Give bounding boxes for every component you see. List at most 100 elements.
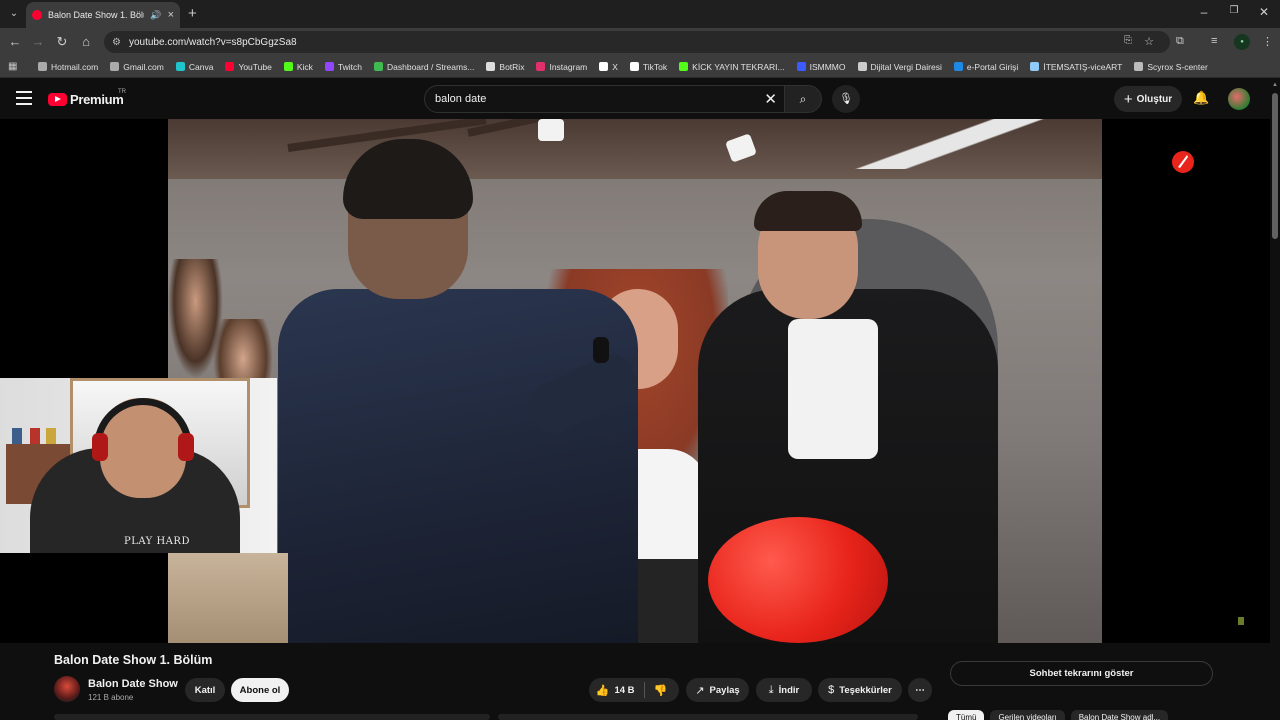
bookmark-item[interactable]: Scyrox S-center [1134, 62, 1208, 72]
video-info-section: Balon Date Show 1. Bölüm Balon Date Show… [0, 643, 1270, 720]
install-app-icon[interactable]: ⎘ [1124, 35, 1132, 46]
dislike-icon[interactable]: 👎 [654, 684, 668, 697]
bookmark-label: Kick [296, 61, 313, 72]
channel-watermark-icon[interactable] [1170, 149, 1196, 175]
extensions-icon[interactable]: ⧉ [1176, 35, 1184, 48]
chip-all[interactable]: Tümü [948, 710, 985, 720]
youtube-premium-logo[interactable]: Premium [48, 92, 124, 107]
subscribe-label: Abone ol [239, 684, 281, 696]
site-info-icon[interactable]: ⚙ [112, 37, 121, 48]
browser-toolbar: ← → ↻ ⌂ ⚙ youtube.com/watch?v=s8pCbGgzSa… [0, 28, 1280, 56]
voice-search-button[interactable]: 🎙 [832, 85, 860, 113]
window-close-icon[interactable]: ✕ [1254, 5, 1274, 19]
reload-icon[interactable]: ↻ [53, 34, 71, 50]
apps-grid-icon[interactable]: ▦ [8, 61, 20, 72]
chip-related[interactable]: Gerilen videoları [990, 710, 1065, 720]
scroll-up-icon[interactable]: ▲ [1272, 82, 1278, 88]
notifications-bell-icon[interactable]: 🔔 [1193, 90, 1209, 106]
guide-menu-icon[interactable] [16, 91, 32, 105]
back-icon[interactable]: ← [6, 34, 24, 49]
chip-channel[interactable]: Balon Date Show adl... [1070, 710, 1169, 720]
bookmark-item[interactable]: Hotmail.com [38, 62, 98, 72]
download-label: İndir [778, 684, 800, 696]
new-tab-icon[interactable]: + [188, 5, 197, 22]
search-icon: ⌕ [799, 92, 807, 106]
thanks-button[interactable]: $ Teşekkürler [818, 678, 902, 702]
more-actions-button[interactable]: ⋯ [908, 678, 932, 702]
thanks-icon: $ [828, 684, 835, 696]
bookmark-item[interactable]: Instagram [536, 62, 587, 72]
bookmark-star-icon[interactable]: ☆ [1144, 35, 1154, 48]
share-icon: ↗ [695, 684, 705, 697]
search-button[interactable]: ⌕ [784, 85, 822, 113]
bookmark-item[interactable]: Dashboard / Streams... [374, 62, 474, 72]
bookmark-item[interactable]: ISMMMO [796, 61, 846, 72]
bookmark-label: Dashboard / Streams... [387, 61, 475, 72]
bookmark-item[interactable]: X [599, 62, 618, 72]
bookmark-label: YouTube [238, 61, 272, 72]
browser-profile-icon[interactable]: ● [1234, 34, 1250, 50]
subscribe-button[interactable]: Abone ol [231, 678, 289, 702]
join-button[interactable]: Katıl [185, 678, 225, 702]
thanks-label: Teşekkürler [839, 684, 892, 696]
youtube-masthead: Premium TR balon date ✕ ⌕ 🎙 + Oluştur 🔔 [0, 79, 1280, 119]
download-button[interactable]: ⤓ İndir [756, 678, 812, 702]
tab-close-icon[interactable]: × [168, 9, 174, 21]
webcam-shelf-item [30, 428, 40, 444]
scrollbar-thumb[interactable] [1272, 93, 1278, 239]
browser-menu-icon[interactable]: ⋮ [1262, 35, 1273, 48]
share-button[interactable]: ↗ Paylaş [686, 678, 749, 702]
scene-lamp [538, 119, 564, 141]
media-control-icon[interactable]: ≡ [1211, 35, 1217, 47]
video-frame[interactable] [168, 119, 1102, 643]
bookmark-favicon-icon [857, 62, 867, 71]
forward-icon[interactable]: → [29, 34, 47, 49]
channel-avatar[interactable] [54, 676, 80, 702]
bookmark-label: e-Portal Girişi [966, 61, 1019, 72]
bookmark-item[interactable]: KİCK YAYIN TEKRARI... [679, 62, 785, 72]
minimize-icon[interactable]: – [1194, 5, 1214, 19]
create-label: Oluştur [1136, 93, 1173, 105]
channel-name[interactable]: Balon Date Show [88, 678, 178, 690]
restore-icon[interactable]: ❐ [1224, 5, 1244, 16]
bookmark-favicon-icon [110, 62, 120, 71]
scene-foreground-person [168, 553, 288, 643]
bookmark-item[interactable]: YouTube [225, 61, 272, 72]
bookmark-item[interactable]: Twitch [324, 61, 362, 72]
bookmark-item[interactable]: Gmail.com [110, 62, 164, 72]
browser-tab-active[interactable]: Balon Date Show 1. Bölüm 🔊 × [26, 2, 180, 28]
bookmark-item[interactable]: TikTok [629, 62, 667, 72]
tab-search-icon[interactable]: ⌄ [6, 6, 22, 22]
webcam-shelf-item [12, 428, 22, 444]
create-button[interactable]: + Oluştur [1114, 86, 1182, 112]
plus-icon: + [1123, 90, 1133, 108]
bookmark-item[interactable]: Canva [175, 62, 213, 72]
home-icon[interactable]: ⌂ [77, 34, 95, 49]
bookmark-item[interactable]: Dijital Vergi Dairesi [857, 62, 942, 72]
streamer-webcam-overlay: PLAY HARD [0, 378, 277, 553]
bookmark-label: Twitch [337, 61, 362, 72]
tab-title: Balon Date Show 1. Bölüm [48, 10, 144, 20]
bookmark-label: ISMMMO [809, 61, 846, 72]
bookmark-item[interactable]: BotRix [486, 62, 524, 72]
bookmark-label: X [612, 61, 618, 72]
show-chat-replay-button[interactable]: Sohbet tekrarını göster [950, 661, 1213, 686]
country-code: TR [118, 89, 126, 95]
like-dislike-group: 👍 14 B 👎 [589, 678, 679, 702]
bookmark-item[interactable]: e-Portal Girişi [953, 61, 1019, 72]
page-scrollbar[interactable]: ▲ [1270, 79, 1280, 720]
chat-replay-label: Sohbet tekrarını göster [1029, 668, 1134, 679]
bookmark-favicon-icon [536, 62, 546, 71]
bookmark-favicon-icon [486, 62, 496, 71]
search-input[interactable]: balon date ✕ [424, 85, 786, 113]
tab-audio-icon[interactable]: 🔊 [150, 10, 161, 21]
bookmark-item[interactable]: İTEMSATIŞ-viceART [1030, 62, 1122, 72]
address-bar[interactable]: ⚙ youtube.com/watch?v=s8pCbGgzSa8 ⎘ ☆ [104, 31, 1170, 53]
clear-search-icon[interactable]: ✕ [764, 90, 777, 108]
account-avatar[interactable] [1228, 88, 1250, 110]
scene-red-balloon [708, 517, 888, 643]
description-box-edge [54, 714, 490, 720]
bookmark-item[interactable]: Kick [283, 61, 313, 72]
like-icon[interactable]: 👍 [596, 684, 610, 697]
like-count[interactable]: 14 B [614, 685, 634, 696]
